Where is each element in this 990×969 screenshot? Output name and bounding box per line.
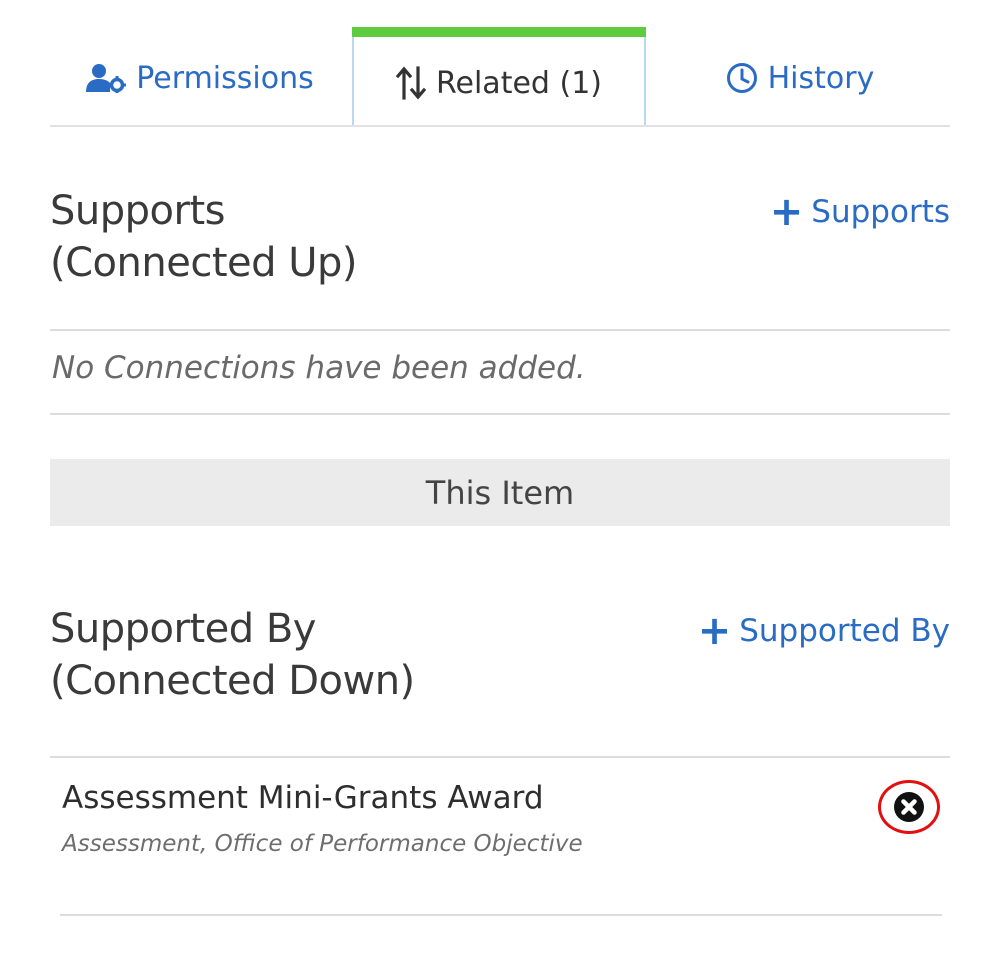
- clock-icon: [726, 63, 757, 93]
- tab-related[interactable]: Related (1): [352, 27, 646, 125]
- close-circle-icon: [894, 792, 924, 822]
- add-supported-by-button[interactable]: + Supported By: [698, 611, 950, 651]
- supports-heading-line2: (Connected Up): [50, 240, 357, 286]
- empty-connections-message: No Connections have been added.: [52, 350, 586, 386]
- tab-permissions-label: Permissions: [136, 60, 314, 96]
- supported-by-heading: Supported By (Connected Down): [50, 603, 415, 707]
- user-gear-icon: [86, 64, 127, 93]
- divider: [50, 413, 950, 415]
- tab-related-label: Related (1): [436, 65, 602, 101]
- this-item-bar: This Item: [50, 459, 950, 526]
- supported-by-heading-line1: Supported By: [50, 606, 316, 652]
- supported-by-heading-line2: (Connected Down): [50, 658, 415, 704]
- add-supported-by-label: Supported By: [739, 613, 950, 649]
- plus-icon: +: [697, 608, 732, 654]
- plus-icon: +: [769, 189, 804, 235]
- add-supports-button[interactable]: + Supports: [770, 192, 950, 232]
- divider: [60, 914, 942, 916]
- active-tab-indicator: [352, 27, 646, 37]
- sort-arrows-icon: [396, 66, 427, 100]
- tab-history-label: History: [767, 60, 875, 96]
- this-item-label: This Item: [425, 473, 575, 512]
- tab-bar: Permissions Related (1) History: [50, 27, 950, 127]
- tab-history[interactable]: History: [650, 27, 950, 125]
- remove-connection-button[interactable]: [878, 780, 940, 834]
- divider: [50, 329, 950, 331]
- supports-heading-line1: Supports: [50, 188, 225, 234]
- add-supports-label: Supports: [811, 194, 950, 230]
- connection-title[interactable]: Assessment Mini-Grants Award: [62, 780, 544, 816]
- tab-permissions[interactable]: Permissions: [50, 27, 350, 125]
- connection-subtitle: Assessment, Office of Performance Object…: [62, 831, 583, 857]
- supports-heading: Supports (Connected Up): [50, 185, 357, 289]
- divider: [50, 756, 950, 758]
